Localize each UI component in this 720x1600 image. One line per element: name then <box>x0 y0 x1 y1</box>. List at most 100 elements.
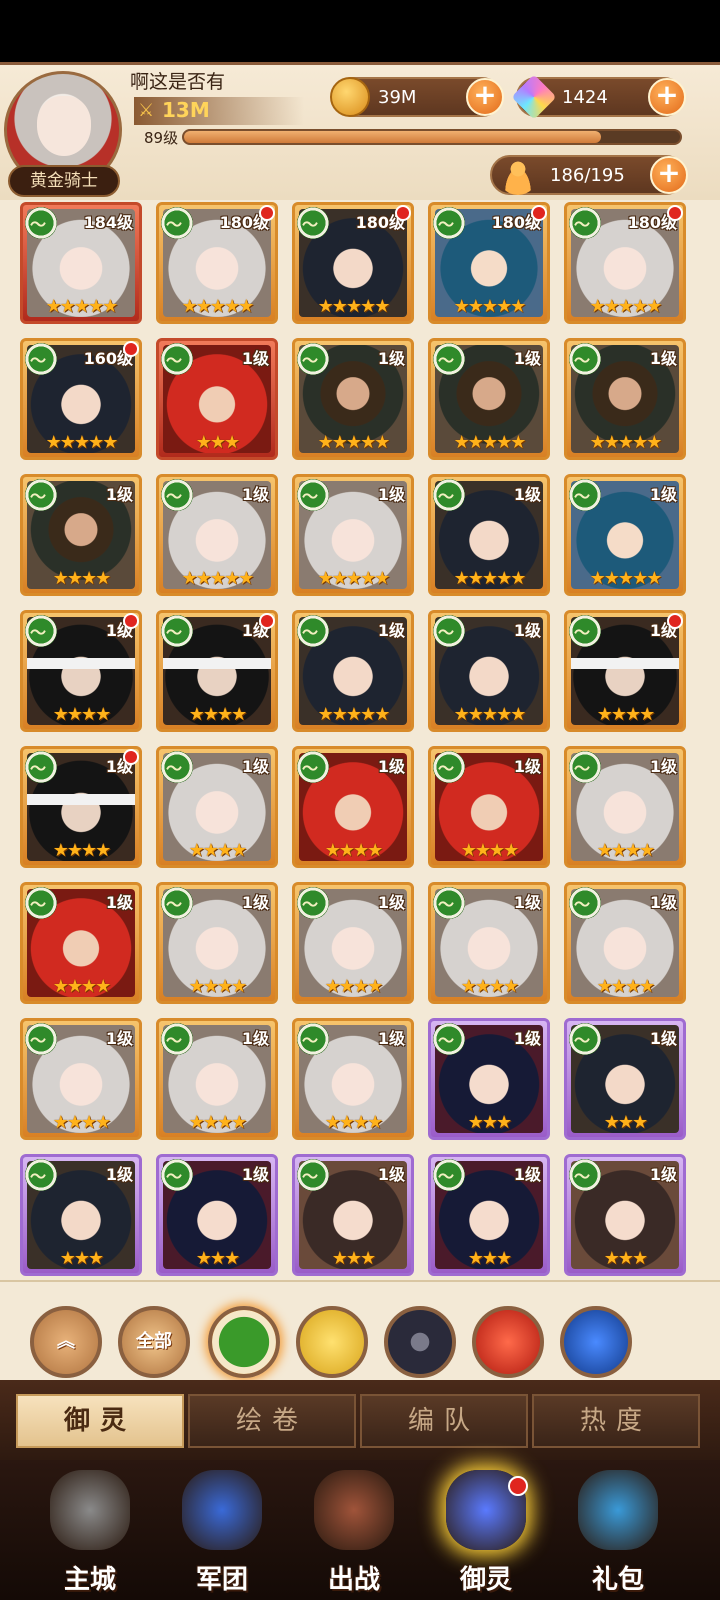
hero-card[interactable]: 1级 ★★★ <box>564 1018 686 1140</box>
hero-stars: ★★★★★ <box>181 296 255 317</box>
hero-card[interactable]: 180级★★★★★ <box>156 202 278 324</box>
tab-0[interactable]: 御灵 <box>16 1394 184 1448</box>
green-wind-faction-icon <box>25 207 57 239</box>
hero-card[interactable]: 1级 ★★★ <box>564 1154 686 1276</box>
green-wind-faction-icon <box>569 207 601 239</box>
hero-card[interactable]: 160级★★★★★ <box>20 338 142 460</box>
hero-stars: ★★★★ <box>188 840 248 861</box>
hero-card[interactable]: 180级★★★★★ <box>564 202 686 324</box>
hero-stars: ★★★★★ <box>589 432 663 453</box>
hero-level: 1级 <box>377 621 405 640</box>
hero-level: 1级 <box>241 757 269 776</box>
hero-card[interactable]: 1级 ★★★★★ <box>564 474 686 596</box>
nav-item-4[interactable]: 礼包 <box>558 1470 678 1600</box>
gold-flower-faction-icon[interactable] <box>296 1306 368 1378</box>
expand-roster-button[interactable]: + <box>650 156 688 194</box>
hero-stars: ★★★★ <box>596 840 656 861</box>
nav-label: 礼包 <box>591 1565 644 1595</box>
player-header: 黄金骑士 啊这是否有 ⚔ 13M 89级 39M + 1424 + 186/19… <box>0 62 720 200</box>
filter-all-button[interactable]: 全部 <box>118 1306 190 1378</box>
hero-card[interactable]: 1级 ★★★★★ <box>156 474 278 596</box>
hero-card[interactable]: 1级★★★★ <box>564 882 686 1004</box>
add-coins-button[interactable]: + <box>466 78 504 116</box>
hero-card[interactable]: 1级 ★★★★★ <box>428 610 550 732</box>
nav-label: 军团 <box>195 1565 248 1595</box>
hero-level: 1级 <box>241 349 269 368</box>
hero-card[interactable]: 180级★★★★★ <box>292 202 414 324</box>
hero-stars: ★★★★ <box>52 1112 112 1133</box>
hero-card[interactable]: 1级★★★★ <box>564 610 686 732</box>
hero-card[interactable]: 1级 ★★★ <box>428 1154 550 1276</box>
dark-star-faction-icon[interactable] <box>384 1306 456 1378</box>
nav-item-2[interactable]: 出战 <box>294 1470 414 1600</box>
hero-card[interactable]: 1级★★★★ <box>20 746 142 868</box>
hero-card[interactable]: 1级 ★★★ <box>156 338 278 460</box>
hero-card[interactable]: 1级 ★★★ <box>20 1154 142 1276</box>
collapse-button[interactable]: ︽ <box>30 1306 102 1378</box>
hero-card[interactable]: 1级★★★★ <box>156 610 278 732</box>
tab-2[interactable]: 编队 <box>360 1394 528 1448</box>
hero-stars: ★★★★ <box>324 840 384 861</box>
hero-level: 1级 <box>649 1029 677 1048</box>
hero-card[interactable]: 1级 ★★★★ <box>156 746 278 868</box>
notification-dot <box>123 341 139 357</box>
hero-card[interactable]: 1级★★★★ <box>564 746 686 868</box>
hero-card[interactable]: 1级★★★★ <box>428 882 550 1004</box>
hero-card[interactable]: 1级 ★★★ <box>156 1154 278 1276</box>
hero-card[interactable]: 1级★★★★ <box>20 474 142 596</box>
nav-item-0[interactable]: 主城 <box>30 1470 150 1600</box>
hero-card[interactable]: 1级 ★★★★★ <box>564 338 686 460</box>
hero-stars: ★★★★ <box>188 1112 248 1133</box>
hero-stars: ★★★★★ <box>589 568 663 589</box>
hero-card[interactable]: 1级★★★★ <box>428 746 550 868</box>
notification-dot <box>259 613 275 629</box>
hero-stars: ★★★★ <box>324 976 384 997</box>
hero-card[interactable]: 1级 ★★★★★ <box>292 474 414 596</box>
hero-level: 1级 <box>241 893 269 912</box>
notification-dot <box>123 613 139 629</box>
hero-card[interactable]: 1级 ★★★★★ <box>292 338 414 460</box>
hero-card[interactable]: 1级★★★★ <box>292 882 414 1004</box>
hero-card[interactable]: 180级★★★★★ <box>428 202 550 324</box>
green-wind-faction-icon <box>297 207 329 239</box>
green-wind-faction-icon <box>433 343 465 375</box>
green-wind-faction-icon <box>433 887 465 919</box>
red-phoenix-faction-icon[interactable] <box>472 1306 544 1378</box>
hero-level: 1级 <box>513 621 541 640</box>
green-wind-faction-icon <box>433 1159 465 1191</box>
tab-1[interactable]: 绘卷 <box>188 1394 356 1448</box>
hero-card[interactable]: 1级 ★★★ <box>292 1154 414 1276</box>
hero-card[interactable]: 184级 ★★★★★ <box>20 202 142 324</box>
hero-level: 1级 <box>513 349 541 368</box>
blue-wave-faction-icon[interactable] <box>560 1306 632 1378</box>
coin-value: 39M <box>378 87 417 108</box>
hero-card[interactable]: 1级 ★★★ <box>428 1018 550 1140</box>
green-wind-faction-icon[interactable] <box>208 1306 280 1378</box>
green-wind-faction-icon <box>569 1159 601 1191</box>
hero-card[interactable]: 1级 ★★★★★ <box>428 474 550 596</box>
notification-dot <box>508 1476 528 1496</box>
nav-item-1[interactable]: 军团 <box>162 1470 282 1600</box>
hero-level: 1级 <box>241 1029 269 1048</box>
tab-3[interactable]: 热度 <box>532 1394 700 1448</box>
add-gems-button[interactable]: + <box>648 78 686 116</box>
green-wind-faction-icon <box>25 615 57 647</box>
hero-stars: ★★★★ <box>596 704 656 725</box>
hero-card[interactable]: 1级★★★★ <box>292 746 414 868</box>
hero-card[interactable]: 1级★★★★ <box>156 882 278 1004</box>
green-wind-faction-icon <box>433 207 465 239</box>
hero-card[interactable]: 1级 ★★★★ <box>156 1018 278 1140</box>
hero-card[interactable]: 1级★★★★ <box>20 882 142 1004</box>
hero-card[interactable]: 1级 ★★★★★ <box>428 338 550 460</box>
fist-shield-icon <box>182 1470 262 1550</box>
green-wind-faction-icon <box>25 479 57 511</box>
hero-card[interactable]: 1级★★★★ <box>20 1018 142 1140</box>
hero-card[interactable]: 1级 ★★★★★ <box>292 610 414 732</box>
hero-level: 1级 <box>377 349 405 368</box>
hero-card[interactable]: 1级★★★★ <box>20 610 142 732</box>
nav-item-3[interactable]: 御灵 <box>426 1470 546 1600</box>
hero-level: 1级 <box>649 1165 677 1184</box>
hero-card[interactable]: 1级★★★★ <box>292 1018 414 1140</box>
hero-stars: ★★★★★ <box>317 568 391 589</box>
exp-bar <box>182 129 682 145</box>
